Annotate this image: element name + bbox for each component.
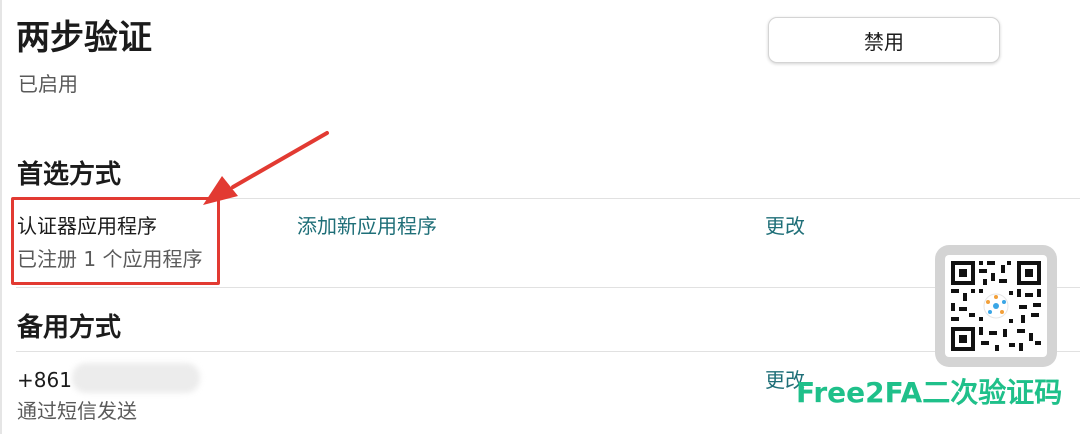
- qr-code-card: [935, 245, 1057, 367]
- annotation-arrow-icon: [203, 131, 329, 205]
- qr-code-icon: [949, 259, 1043, 353]
- watermark-text: Free2FA二次验证码: [796, 376, 1063, 409]
